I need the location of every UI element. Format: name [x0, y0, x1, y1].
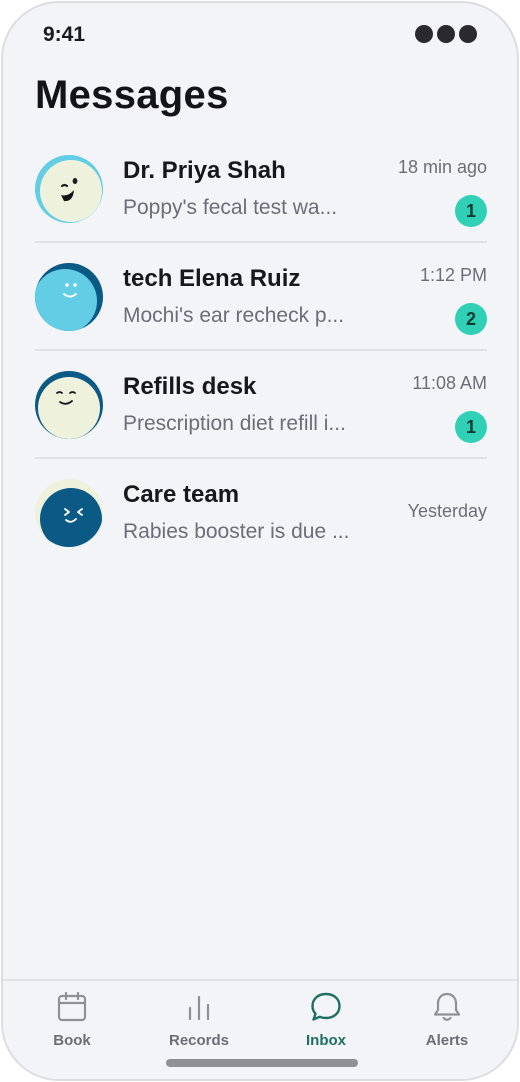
- home-indicator[interactable]: [166, 1059, 358, 1067]
- tab-alerts[interactable]: Alerts: [392, 989, 502, 1049]
- chat-bubble-icon: [311, 992, 341, 1021]
- thread-row-care-team[interactable]: Care team Rabies booster is due ... Yest…: [35, 459, 487, 567]
- thread-time: 1:12 PM: [419, 265, 487, 285]
- thread-name: Refills desk: [123, 373, 257, 400]
- unread-badge: 2: [455, 303, 487, 335]
- status-bar: 9:41: [3, 3, 517, 63]
- tab-label: Alerts: [425, 1032, 469, 1049]
- thread-row-dr-priya-shah[interactable]: Dr. Priya Shah Poppy's fecal test wa... …: [35, 135, 487, 243]
- phone-frame: 9:41 Messages Dr. Priya Shah Poppy's fec…: [1, 1, 519, 1081]
- thread-name: Dr. Priya Shah: [123, 157, 286, 184]
- unread-badge: 1: [455, 195, 487, 227]
- smiling-face-avatar: [35, 263, 103, 331]
- thread-row-refills-desk[interactable]: Refills desk Prescription diet refill i.…: [35, 351, 487, 459]
- tab-label: Book: [53, 1032, 91, 1049]
- thread-time: 11:08 AM: [412, 373, 487, 393]
- bell-icon: [433, 992, 461, 1021]
- tab-book[interactable]: Book: [17, 989, 127, 1049]
- calendar-icon: [57, 991, 87, 1022]
- bar-chart-icon: [188, 995, 210, 1021]
- status-time: 9:41: [43, 23, 86, 46]
- thread-time: Yesterday: [407, 501, 487, 521]
- tab-label: Records: [168, 1032, 230, 1049]
- tab-records[interactable]: Records: [144, 989, 254, 1049]
- thread-list: Dr. Priya Shah Poppy's fecal test wa... …: [35, 135, 487, 567]
- winking-face-avatar: [35, 155, 103, 223]
- content-face-avatar: [35, 371, 103, 439]
- thread-preview: Prescription diet refill i...: [123, 412, 346, 435]
- unread-badge: 1: [455, 411, 487, 443]
- page-title: Messages: [35, 73, 229, 117]
- thread-row-tech-elena-ruiz[interactable]: tech Elena Ruiz Mochi's ear recheck p...…: [35, 243, 487, 351]
- thread-preview: Poppy's fecal test wa...: [123, 196, 338, 219]
- thread-preview: Rabies booster is due ...: [123, 520, 350, 543]
- thread-preview: Mochi's ear recheck p...: [123, 304, 345, 327]
- thread-name: Care team: [123, 481, 240, 508]
- thread-time: 18 min ago: [397, 157, 487, 177]
- status-indicator-icon: [415, 25, 477, 43]
- tab-inbox[interactable]: Inbox: [271, 989, 381, 1049]
- squinting-face-avatar: [35, 479, 103, 547]
- thread-name: tech Elena Ruiz: [123, 265, 301, 292]
- tab-label: Inbox: [306, 1032, 346, 1049]
